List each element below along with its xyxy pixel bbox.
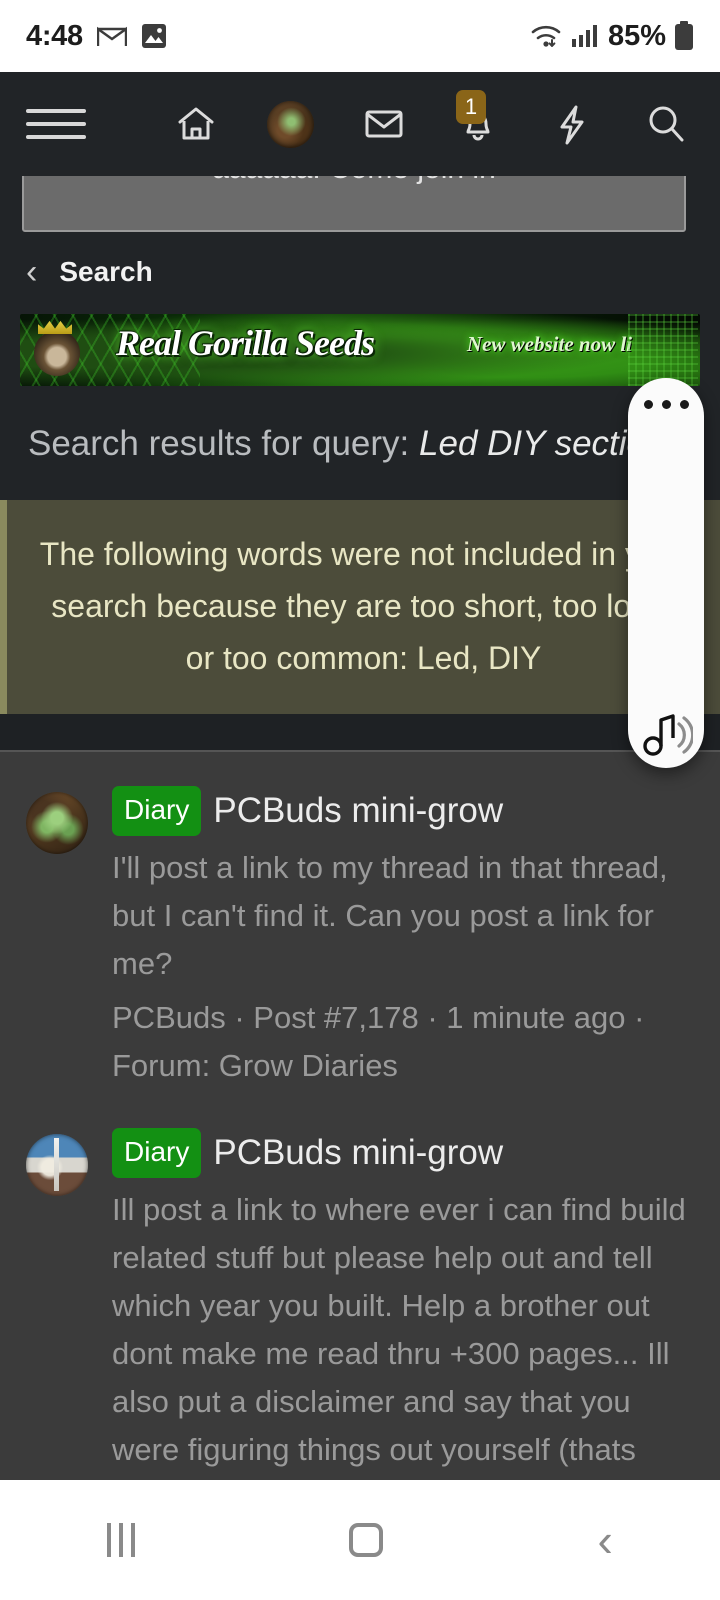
result-title-row[interactable]: Diary PCBuds mini-grow	[112, 1128, 694, 1178]
notifications-bell-icon[interactable]: 1	[454, 90, 502, 148]
status-badge: Diary	[112, 786, 202, 836]
excluded-words-notice: The following words were not included in…	[0, 500, 720, 714]
cellular-signal-icon	[570, 23, 600, 49]
result-title[interactable]: PCBuds mini-grow	[213, 1133, 503, 1172]
android-system-nav: ‹	[0, 1480, 720, 1600]
search-results-list: Diary PCBuds mini-grow I'll post a link t…	[0, 750, 720, 1600]
home-icon[interactable]	[172, 100, 220, 148]
advert-banner[interactable]: Real Gorilla Seeds New website now li	[20, 314, 700, 386]
status-badge: Diary	[112, 1128, 202, 1178]
status-bar-clock: 4:48	[26, 19, 83, 52]
hamburger-menu-icon[interactable]	[26, 109, 86, 139]
avatar	[266, 100, 314, 148]
back-chevron-icon[interactable]: ‹	[598, 1517, 613, 1563]
photo-icon	[141, 23, 167, 49]
floating-overlay-panel[interactable]	[628, 378, 704, 768]
advert-brand-text: Real Gorilla Seeds	[116, 323, 375, 363]
gmail-icon	[96, 24, 127, 48]
seedling-avatar[interactable]	[26, 792, 88, 854]
search-results-heading-prefix: Search results for query:	[28, 424, 410, 463]
section-divider	[0, 714, 720, 750]
android-status-bar: 4:48 85%	[0, 0, 720, 72]
battery-percent-label: 85%	[607, 19, 666, 52]
search-icon[interactable]	[642, 100, 690, 148]
gorilla-logo-icon	[34, 330, 80, 376]
music-note-sound-icon[interactable]	[639, 708, 693, 758]
result-body: Diary PCBuds mini-grow I'll post a link t…	[112, 786, 694, 1090]
inbox-envelope-icon[interactable]	[360, 100, 408, 148]
result-title[interactable]: PCBuds mini-grow	[213, 791, 503, 830]
scrolled-notice-strip: aaaaaa. Come join in	[0, 176, 720, 238]
advert-container: Real Gorilla Seeds New website now li	[0, 306, 720, 396]
list-item[interactable]: Diary PCBuds mini-grow I'll post a link t…	[0, 752, 720, 1106]
forum-top-nav: 1	[0, 72, 720, 176]
profile-avatar[interactable]	[266, 100, 314, 148]
rocket-avatar[interactable]	[26, 1134, 88, 1196]
whats-new-bolt-icon[interactable]	[548, 100, 596, 148]
search-results-heading: Search results for query: Led DIY sectio…	[0, 396, 720, 500]
advert-dot-pattern	[628, 314, 698, 386]
alerts-count-badge: 1	[456, 90, 486, 124]
more-options-icon[interactable]	[643, 400, 689, 409]
result-title-row[interactable]: Diary PCBuds mini-grow	[112, 786, 694, 836]
breadcrumb-label[interactable]: Search	[59, 256, 152, 288]
result-snippet: I'll post a link to my thread in that th…	[112, 850, 668, 981]
site-notice-banner[interactable]: aaaaaa. Come join in	[22, 176, 686, 232]
wifi-icon	[530, 23, 562, 49]
recents-icon[interactable]	[107, 1523, 136, 1557]
status-bar-right: 85%	[530, 20, 694, 53]
phone-screen: 4:48 85% 1 ‹ Search Real Gorilla Seeds N…	[0, 0, 720, 1600]
status-bar-left: 4:48	[26, 20, 167, 53]
advert-tagline-text: New website now li	[466, 332, 632, 356]
home-square-icon[interactable]	[349, 1523, 384, 1557]
breadcrumb: ‹ Search	[0, 238, 720, 306]
battery-icon	[674, 21, 694, 51]
nav-icon-group: 1	[172, 90, 694, 148]
chevron-left-icon[interactable]: ‹	[26, 255, 37, 289]
result-meta: PCBuds · Post #7,178 · 1 minute ago · Fo…	[112, 1000, 645, 1083]
